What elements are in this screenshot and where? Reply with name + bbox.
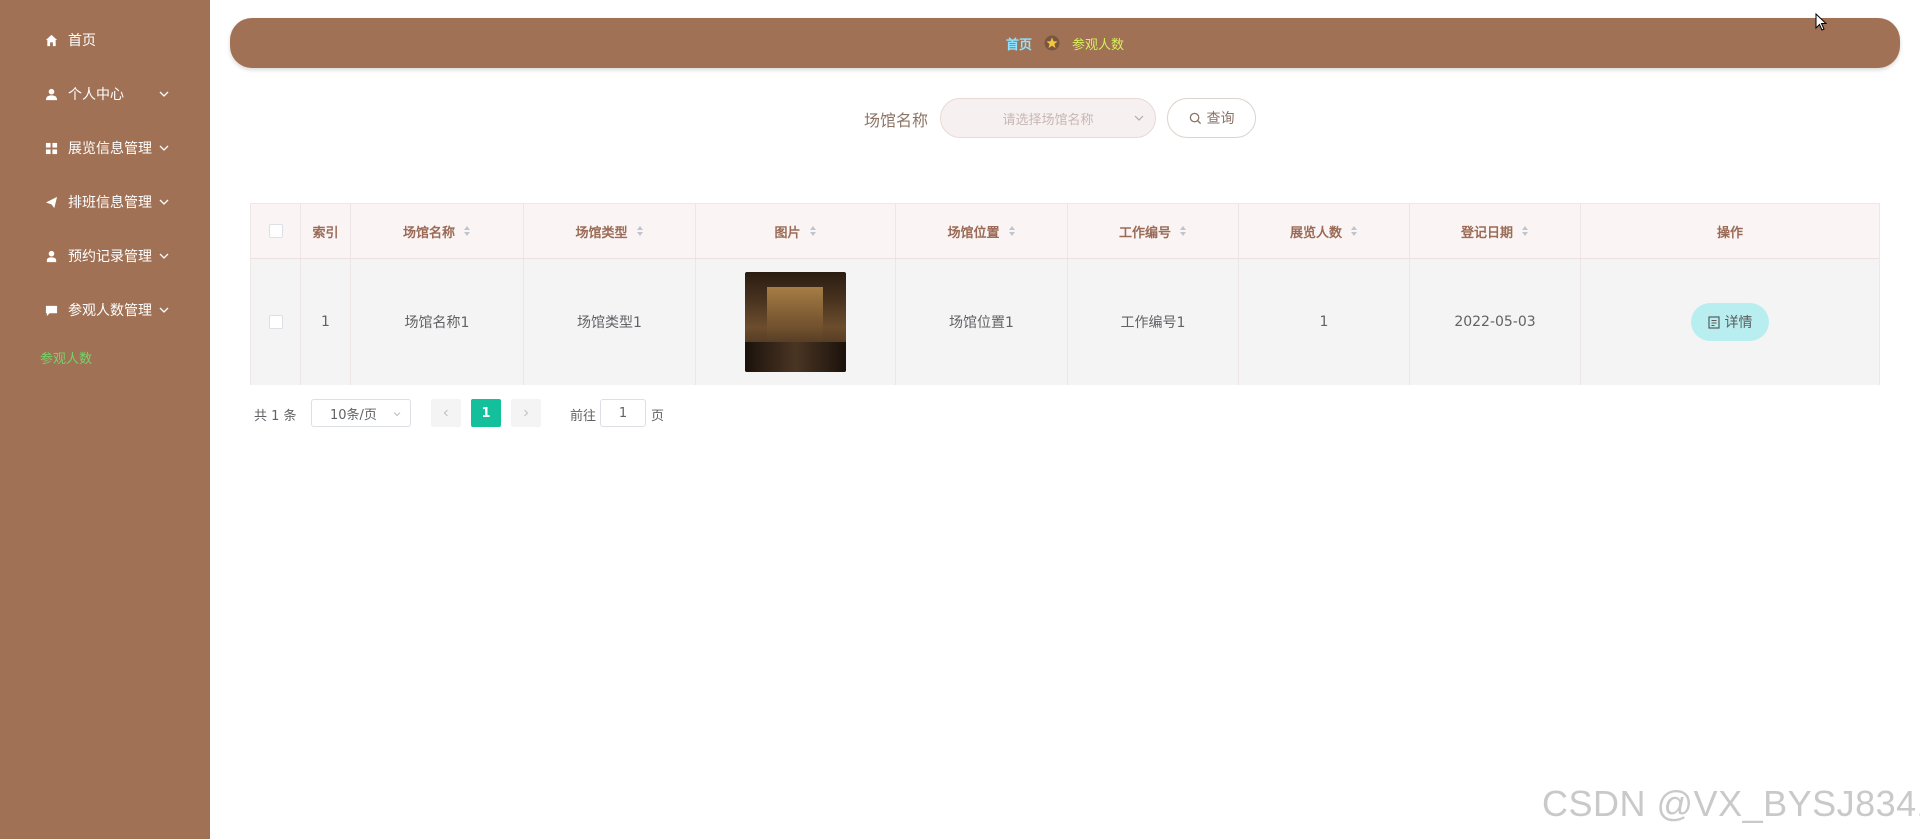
data-table: 索引 场馆名称 场馆类型 图片 场馆位置 工作编号 展览人数 登记日期 操作 1… [250,203,1880,385]
sidebar-item-reservation-records[interactable]: 预约记录管理 [0,236,210,276]
header-register-date[interactable]: 登记日期 [1410,204,1581,258]
select-placeholder: 请选择场馆名称 [1002,112,1094,128]
row-checkbox[interactable] [268,315,283,329]
search-icon [1189,112,1201,124]
cell-venue-type: 场馆类型1 [524,259,696,385]
cell-exhibition-count: 1 [1239,259,1410,385]
sidebar-item-home[interactable]: 首页 [0,20,210,60]
sidebar-item-visitor-count[interactable]: 参观人数管理 [0,290,210,330]
header-checkbox-cell [251,204,301,258]
search-button[interactable]: 查询 [1167,98,1256,138]
chevron-right-icon [524,409,529,417]
watermark: CSDN @VX_BYSJ8341 [1542,783,1920,824]
breadcrumb-home[interactable]: 首页 [1006,34,1032,53]
header-bar: 首页 参观人数 [230,18,1900,68]
sidebar-item-label: 排班信息管理 [68,195,152,211]
header-exhibition-count[interactable]: 展览人数 [1239,204,1410,258]
sidebar: 首页 个人中心 展览信息管理 排班信息管理 预约记录管理 参观人数管理 参观人数 [0,0,210,839]
header-label: 工作编号 [1118,225,1171,241]
sidebar-item-label: 个人中心 [68,87,124,103]
document-icon [1707,315,1720,329]
search-button-label: 查询 [1206,111,1235,127]
send-icon [44,195,58,209]
app-root: 首页 个人中心 展览信息管理 排班信息管理 预约记录管理 参观人数管理 参观人数… [0,0,1920,839]
header-label: 图片 [774,225,801,241]
chevron-down-icon [393,412,401,417]
chevron-down-icon [159,199,169,205]
sort-icon[interactable] [1521,225,1529,237]
header-image[interactable]: 图片 [696,204,896,258]
sidebar-item-schedule-info[interactable]: 排班信息管理 [0,182,210,222]
user-icon [44,87,58,101]
venue-thumbnail[interactable] [745,272,846,372]
header-label: 登记日期 [1460,225,1513,241]
sort-icon[interactable] [1350,225,1358,237]
cell-index: 1 [301,259,351,385]
sidebar-item-label: 预约记录管理 [68,249,152,265]
chevron-left-icon [443,409,448,417]
header-label: 索引 [312,225,339,241]
header-work-number[interactable]: 工作编号 [1068,204,1239,258]
sidebar-item-exhibition-info[interactable]: 展览信息管理 [0,128,210,168]
detail-button[interactable]: 详情 [1691,303,1769,341]
star-icon [1044,35,1060,51]
message-icon [44,303,58,317]
prev-page-button[interactable] [431,399,461,427]
venue-name-select[interactable]: 请选择场馆名称 [940,98,1156,138]
chevron-down-icon [1134,115,1144,121]
header-venue-location[interactable]: 场馆位置 [896,204,1068,258]
pagination: 共 1 条 10条/页 1 前往 页 [254,399,754,427]
goto-label: 前往 [570,409,597,424]
cell-register-date: 2022-05-03 [1410,259,1581,385]
sort-icon[interactable] [1179,225,1187,237]
chevron-down-icon [159,307,169,313]
header-label: 场馆位置 [947,225,1000,241]
header-venue-type[interactable]: 场馆类型 [524,204,696,258]
sidebar-item-label: 展览信息管理 [68,141,152,157]
detail-button-label: 详情 [1724,315,1753,331]
sort-icon[interactable] [1008,225,1016,237]
submenu-item-visitor-count[interactable]: 参观人数 [40,348,92,367]
grid-icon [44,141,58,155]
header-label: 展览人数 [1289,225,1342,241]
header-label: 场馆类型 [575,225,628,241]
breadcrumb-current: 参观人数 [1072,37,1125,53]
search-label: 场馆名称 [864,111,929,130]
sort-icon[interactable] [636,225,644,237]
row-checkbox-cell [251,259,301,385]
page-number-1[interactable]: 1 [471,399,501,427]
sort-icon[interactable] [463,225,471,237]
cell-image [696,259,896,385]
cell-work-number: 工作编号1 [1068,259,1239,385]
header-action: 操作 [1581,204,1879,258]
sidebar-item-personal-center[interactable]: 个人中心 [0,74,210,114]
header-venue-name[interactable]: 场馆名称 [351,204,524,258]
header-label: 操作 [1716,225,1743,241]
select-all-checkbox[interactable] [268,224,283,238]
sidebar-item-label: 首页 [68,33,96,49]
chevron-down-icon [159,253,169,259]
goto-page-input[interactable] [600,399,646,427]
cell-action: 详情 [1581,259,1879,385]
header-label: 场馆名称 [402,225,455,241]
page-size-select[interactable]: 10条/页 [311,399,411,427]
table-header: 索引 场馆名称 场馆类型 图片 场馆位置 工作编号 展览人数 登记日期 操作 [251,204,1879,259]
header-index: 索引 [301,204,351,258]
sort-icon[interactable] [809,225,817,237]
cell-venue-name: 场馆名称1 [351,259,524,385]
home-icon [44,33,58,47]
pagination-total: 共 1 条 [254,409,297,424]
cell-venue-location: 场馆位置1 [896,259,1068,385]
chevron-down-icon [159,145,169,151]
next-page-button[interactable] [511,399,541,427]
sidebar-item-label: 参观人数管理 [68,303,152,319]
user-icon [44,249,58,263]
mouse-cursor-icon [1815,13,1827,31]
page-size-value: 10条/页 [330,407,377,423]
chevron-down-icon [159,91,169,97]
table-row: 1 场馆名称1 场馆类型1 场馆位置1 工作编号1 1 2022-05-03 详… [251,259,1879,385]
goto-unit: 页 [651,409,665,424]
